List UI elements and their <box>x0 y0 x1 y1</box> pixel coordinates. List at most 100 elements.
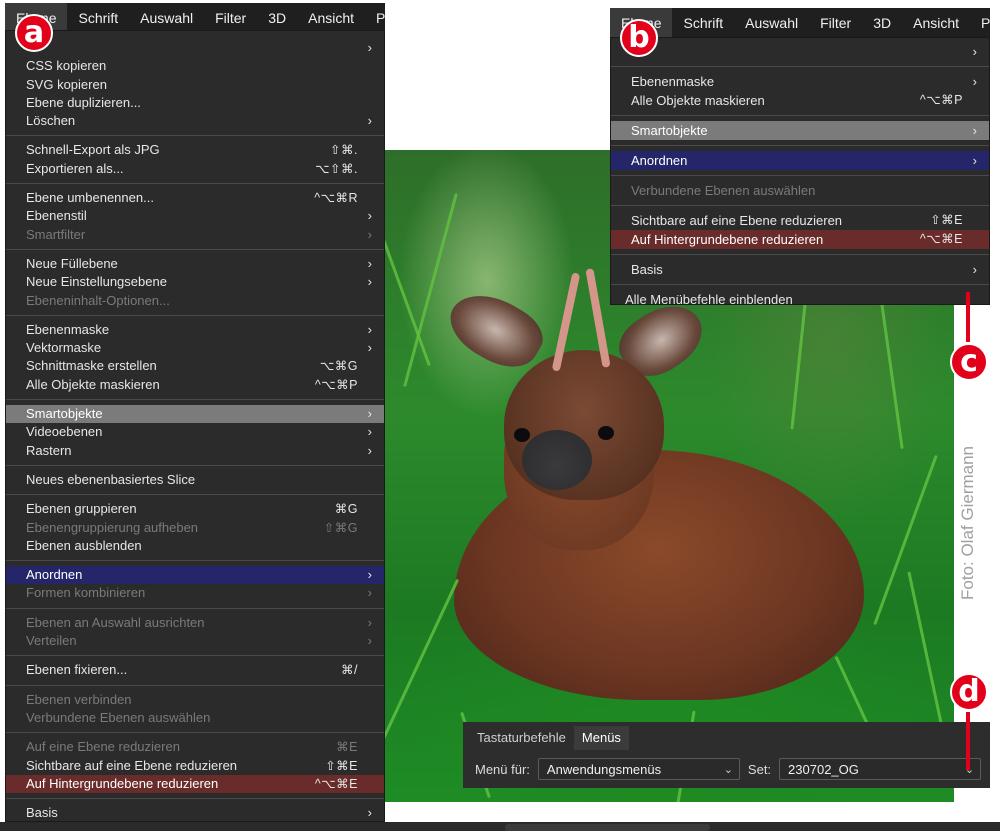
menu-item[interactable]: Anordnen › <box>611 151 989 170</box>
menu-item[interactable]: Basis › <box>6 804 384 822</box>
tab-keyboard-shortcuts[interactable]: Tastaturbefehle <box>469 726 574 750</box>
menubar-item[interactable]: Filter <box>809 8 862 38</box>
menu-item-label: Basis <box>26 805 58 821</box>
menu-item-shortcut: ^⌥⌘P <box>314 377 358 392</box>
menu-item-shortcut: ⌘/ <box>341 663 358 678</box>
menu-item-label: Ebenenmaske <box>26 321 110 337</box>
menu-item[interactable]: Alle Objekte maskieren ^⌥⌘P <box>611 91 989 110</box>
menu-item[interactable]: SVG kopieren <box>6 76 384 94</box>
chevron-right-icon: › <box>367 585 372 601</box>
menubar-item[interactable]: Schrift <box>67 3 129 33</box>
menu-top-row[interactable]: › <box>611 42 989 61</box>
tab-menus[interactable]: Menüs <box>573 726 629 750</box>
menubar-item[interactable]: Ansicht <box>902 8 970 38</box>
menu-item-label: Auf eine Ebene reduzieren <box>26 739 180 755</box>
menu-item[interactable]: Smartobjekte › <box>611 121 989 140</box>
chevron-right-icon: › <box>367 633 372 649</box>
menu-separator <box>6 560 384 562</box>
menu-separator <box>6 655 384 657</box>
menu-item-label: Ebenenstil <box>26 208 87 224</box>
menu-separator <box>6 183 384 185</box>
menu-for-select[interactable]: Anwendungsmenüs ⌄ <box>537 758 740 780</box>
chevron-right-icon: › <box>367 424 372 440</box>
menu-item: Verteilen › <box>6 632 384 650</box>
menubar-item[interactable]: Auswahl <box>129 3 204 33</box>
menu-item[interactable]: Neue Einstellungsebene › <box>6 273 384 291</box>
menu-item[interactable]: Ebenen fixieren... ⌘/ <box>6 661 384 679</box>
menu-separator <box>6 607 384 609</box>
menu-item-label: Schnittmaske erstellen <box>26 358 157 374</box>
menu-item-label: Ebene duplizieren... <box>26 94 141 110</box>
menubar-item[interactable]: Filter <box>204 3 257 33</box>
menu-item[interactable]: Auf Hintergrundebene reduzieren ^⌥⌘E <box>611 230 989 249</box>
menu-item[interactable]: Vektormaske › <box>6 339 384 357</box>
menu-item[interactable]: Auf Hintergrundebene reduzieren ^⌥⌘E <box>6 774 384 794</box>
menu-item[interactable]: Ebene umbenennen... ^⌥⌘R <box>6 189 384 207</box>
menubar-item[interactable]: 3D <box>862 8 902 38</box>
menu-item-label: Ebenen an Auswahl ausrichten <box>26 614 205 630</box>
menu-item: Ebenen an Auswahl ausrichten › <box>6 614 384 632</box>
menu-item[interactable]: Alle Objekte maskieren ^⌥⌘P <box>6 376 384 394</box>
menu-item-label: Ebenenmaske <box>631 74 715 89</box>
menu-item[interactable]: Neues ebenenbasiertes Slice <box>6 471 384 489</box>
menu-item[interactable]: Ebenenstil › <box>6 207 384 225</box>
set-select[interactable]: 230702_OG ⌄ <box>779 758 982 780</box>
menu-item[interactable]: Ebene duplizieren... <box>6 94 384 112</box>
menubar-item[interactable]: Plu <box>970 8 990 38</box>
menu-item[interactable]: Sichtbare auf eine Ebene reduzieren ⇧⌘E <box>611 211 989 230</box>
menu-item[interactable]: Neue Füllebene › <box>6 255 384 273</box>
menu-item-label: Ebeneninhalt-Optionen... <box>26 292 170 308</box>
menubar-b: EbeneSchriftAuswahlFilter3DAnsichtPlu <box>610 8 990 38</box>
menubar-item[interactable]: Auswahl <box>734 8 809 38</box>
menu-item-label: Schnell-Export als JPG <box>26 142 160 158</box>
menubar-item[interactable]: Ansicht <box>297 3 365 33</box>
menu-item[interactable]: Exportieren als... ⌥⇧⌘. <box>6 160 384 178</box>
menu-item[interactable]: Schnell-Export als JPG ⇧⌘. <box>6 141 384 159</box>
menu-separator <box>6 684 384 686</box>
menu-item[interactable]: Smartobjekte › <box>6 405 384 424</box>
badge-d: d <box>950 673 988 711</box>
chevron-right-icon: › <box>972 153 977 168</box>
menu-separator <box>611 115 989 116</box>
menubar-item[interactable]: 3D <box>257 3 297 33</box>
menu-top-row[interactable]: › <box>6 39 384 57</box>
deer-eye-right <box>598 426 614 440</box>
menu-item[interactable]: Ebenenmaske › <box>6 321 384 339</box>
menu-item-label: Neue Einstellungsebene <box>26 274 167 290</box>
menu-item: Formen kombinieren › <box>6 584 384 602</box>
menu-item-label: Rastern <box>26 442 72 458</box>
menu-item-shortcut: ⌘G <box>334 502 358 517</box>
menu-item-shortcut: ^⌥⌘R <box>314 191 358 206</box>
scrollbar-knob[interactable] <box>505 824 710 831</box>
menu-item[interactable]: Basis › <box>611 260 989 279</box>
menu-item: Verbundene Ebenen auswählen <box>6 709 384 727</box>
menu-item[interactable]: Ebenen gruppieren ⌘G <box>6 500 384 518</box>
layer-menu-full: › CSS kopieren SVG kopieren Ebene duplizier… <box>5 30 385 822</box>
badge-b: b <box>620 19 658 57</box>
menu-item[interactable]: Schnittmaske erstellen ⌥⌘G <box>6 357 384 375</box>
menu-separator <box>6 314 384 316</box>
menu-separator <box>6 494 384 496</box>
menu-item[interactable]: CSS kopieren <box>6 57 384 75</box>
show-all-menu-items[interactable]: Alle Menübefehle einblenden <box>611 290 989 309</box>
bottom-scrollbar[interactable] <box>0 822 1000 831</box>
menu-item[interactable]: Ebenen ausblenden <box>6 537 384 555</box>
menu-separator <box>6 135 384 137</box>
chevron-right-icon: › <box>367 40 372 55</box>
menubar-item[interactable]: Schrift <box>672 8 734 38</box>
menu-item-label: Ebenen ausblenden <box>26 537 142 553</box>
menu-item-label: Sichtbare auf eine Ebene reduzieren <box>631 213 843 228</box>
menu-item[interactable]: Löschen › <box>6 112 384 130</box>
menu-item[interactable]: Videoebenen › <box>6 423 384 441</box>
menu-item[interactable]: Anordnen › <box>6 566 384 585</box>
menu-item-shortcut: ^⌥⌘P <box>919 93 963 107</box>
chevron-right-icon: › <box>367 226 372 242</box>
menu-item[interactable]: Rastern › <box>6 442 384 460</box>
keyboard-shortcuts-panel: Tastaturbefehle Menüs Menü für: Anwendun… <box>463 722 990 788</box>
menu-item[interactable]: Sichtbare auf eine Ebene reduzieren ⇧⌘E <box>6 757 384 775</box>
menu-item-label: Neue Füllebene <box>26 255 118 271</box>
menu-item-label: Videoebenen <box>26 424 103 440</box>
menubar-item[interactable]: Plu <box>365 3 385 33</box>
menu-separator <box>6 399 384 401</box>
menu-item[interactable]: Ebenenmaske › <box>611 72 989 91</box>
